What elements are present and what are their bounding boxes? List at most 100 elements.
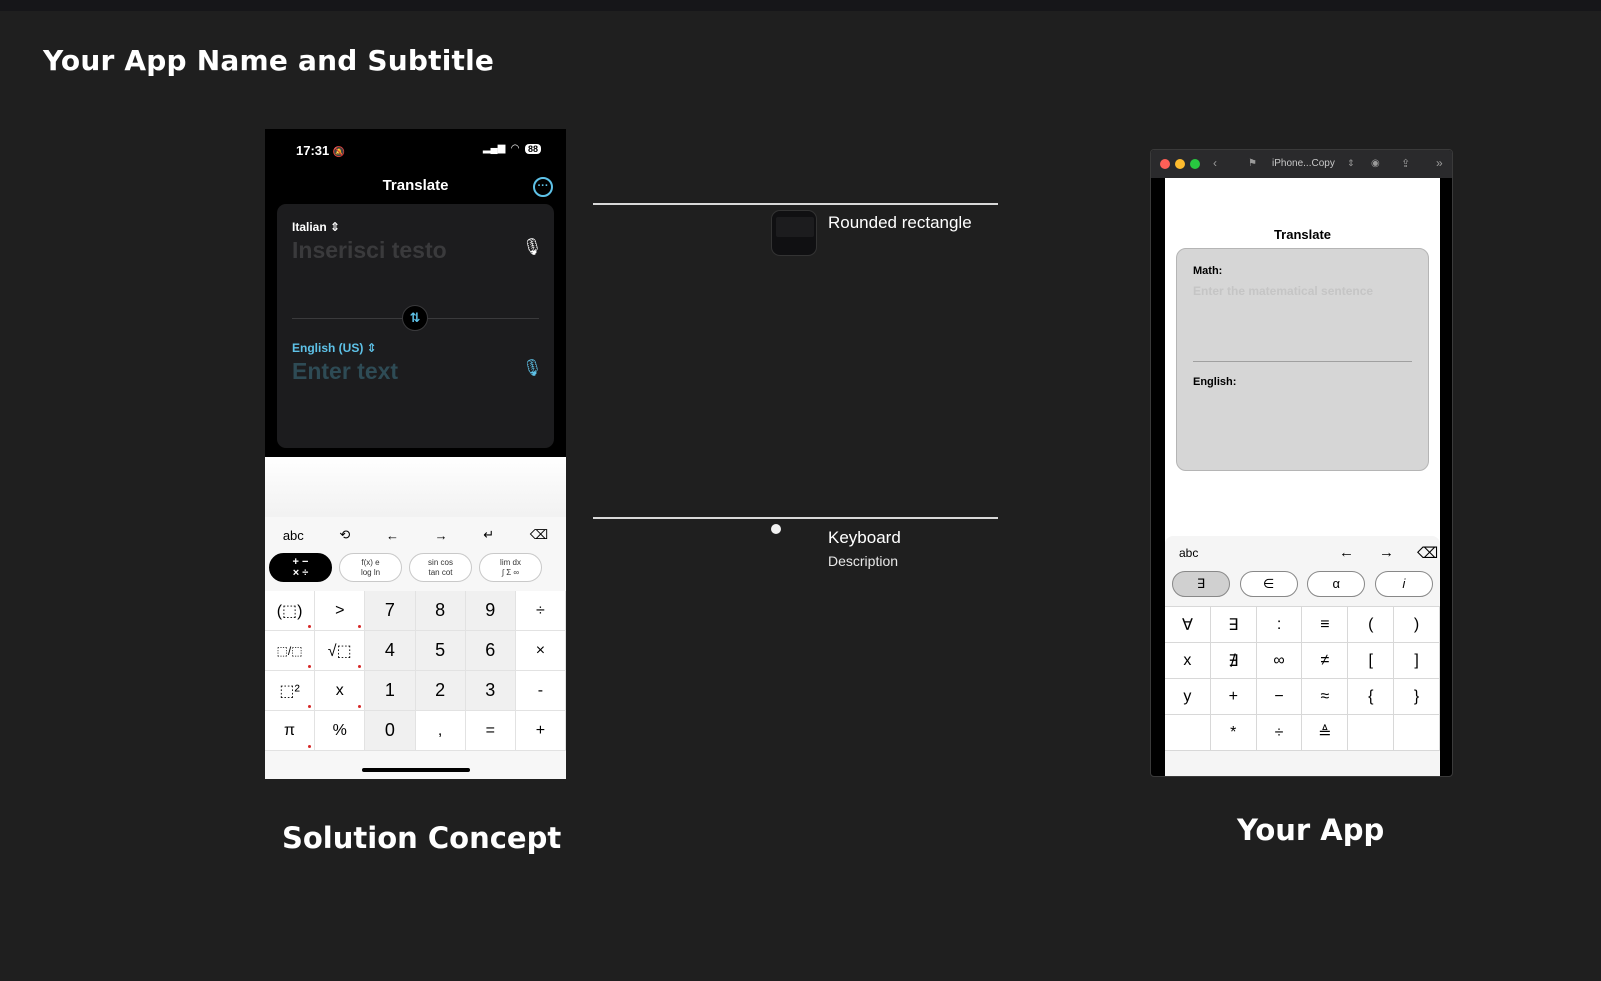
- key-divide[interactable]: ÷: [1256, 715, 1303, 751]
- key-minus[interactable]: −: [1256, 679, 1303, 715]
- window-title[interactable]: iPhone...Copy: [1272, 158, 1335, 169]
- tab-calculus[interactable]: lim dx ∫ Σ ∞: [479, 553, 542, 582]
- key-colon[interactable]: :: [1256, 607, 1303, 643]
- microphone-icon[interactable]: 🎙: [522, 237, 542, 259]
- layer-title[interactable]: Rounded rectangle: [828, 213, 972, 233]
- key-forall[interactable]: ∀: [1165, 607, 1211, 643]
- window-titlebar: ‹ ⚑ iPhone...Copy ⇕ ◉ ⇪ »: [1151, 150, 1452, 178]
- key-exists[interactable]: ∃: [1210, 607, 1257, 643]
- key-plus[interactable]: +: [1210, 679, 1257, 715]
- math-input[interactable]: Enter the matematical sentence: [1193, 284, 1373, 298]
- key-open-brace[interactable]: {: [1348, 679, 1395, 715]
- key-x[interactable]: x: [315, 671, 366, 711]
- key-parentheses[interactable]: (⬚): [265, 591, 316, 631]
- key-close-brace[interactable]: }: [1394, 679, 1440, 715]
- chevron-double-right-icon[interactable]: »: [1436, 156, 1443, 170]
- abc-key[interactable]: abc: [1179, 546, 1198, 560]
- key-multiply[interactable]: ×: [515, 631, 566, 671]
- zoom-button[interactable]: [1190, 159, 1200, 169]
- divider: [1193, 361, 1412, 362]
- key-plus[interactable]: +: [515, 711, 566, 751]
- close-button[interactable]: [1160, 159, 1170, 169]
- chevron-updown-icon[interactable]: ⇕: [1347, 158, 1355, 169]
- key-empty: [1165, 715, 1211, 751]
- tab-sets[interactable]: ∈: [1239, 571, 1298, 597]
- source-language-selector[interactable]: Italian ⇕: [292, 220, 340, 234]
- swap-languages-icon[interactable]: ⇅: [402, 305, 428, 331]
- tab-functions[interactable]: f(x) e log ln: [339, 553, 402, 582]
- key-7[interactable]: 7: [365, 591, 416, 631]
- divider: [593, 517, 998, 519]
- layer-thumbnail[interactable]: [771, 210, 817, 256]
- logic-keyboard: abc ← → ⌫ ∃ ∈ α 𝑖 ∀ ∃ : ≡ ( ) x ∄ ∞ ≠ […: [1165, 536, 1440, 776]
- key-9[interactable]: 9: [465, 591, 516, 631]
- key-percent[interactable]: %: [315, 711, 366, 751]
- key-6[interactable]: 6: [465, 631, 516, 671]
- tab-arithmetic[interactable]: + − × ÷: [269, 553, 332, 582]
- abc-key[interactable]: abc: [283, 528, 304, 543]
- tab-greek[interactable]: α: [1307, 571, 1366, 597]
- math-keyboard: abc ⟲ ← → ↵ ⌫ + − × ÷ f(x) e log ln sin co…: [265, 517, 566, 779]
- arrow-left-icon[interactable]: ←: [386, 528, 399, 543]
- key-2[interactable]: 2: [415, 671, 466, 711]
- key-not-exists[interactable]: ∄: [1210, 643, 1257, 679]
- key-0[interactable]: 0: [365, 711, 416, 751]
- key-fraction[interactable]: ⬚/⬚: [265, 631, 316, 671]
- arrow-right-icon[interactable]: →: [435, 528, 448, 543]
- key-pi[interactable]: π: [265, 711, 316, 751]
- key-approx[interactable]: ≈: [1302, 679, 1349, 715]
- key-comma[interactable]: ,: [415, 711, 466, 751]
- layer-thumbnail[interactable]: [771, 524, 781, 534]
- key-not-equal[interactable]: ≠: [1302, 643, 1349, 679]
- key-4[interactable]: 4: [365, 631, 416, 671]
- delete-icon[interactable]: ⌫: [530, 527, 548, 543]
- arrow-left-icon[interactable]: ←: [1339, 544, 1354, 561]
- flag-icon[interactable]: ⚑: [1248, 158, 1257, 169]
- arrow-right-icon[interactable]: →: [1379, 544, 1394, 561]
- keyboard-toolbar: abc ← → ⌫: [1179, 544, 1438, 562]
- key-defined-as[interactable]: ≜: [1302, 715, 1349, 751]
- record-icon[interactable]: ◉: [1371, 158, 1380, 169]
- key-close-paren[interactable]: ): [1394, 607, 1440, 643]
- key-asterisk[interactable]: *: [1210, 715, 1257, 751]
- key-infinity[interactable]: ∞: [1256, 643, 1303, 679]
- share-icon[interactable]: ⇪: [1401, 157, 1410, 170]
- more-options-icon[interactable]: ···: [533, 177, 553, 197]
- target-language-selector[interactable]: English (US) ⇕: [292, 341, 377, 355]
- layer-title[interactable]: Keyboard: [828, 528, 901, 548]
- key-x[interactable]: x: [1165, 643, 1211, 679]
- key-open-paren[interactable]: (: [1348, 607, 1395, 643]
- key-1[interactable]: 1: [365, 671, 416, 711]
- microphone-icon[interactable]: 🎙: [522, 358, 542, 380]
- translate-card: Math: Enter the matematical sentence Eng…: [1176, 248, 1429, 471]
- key-minus[interactable]: -: [515, 671, 566, 711]
- key-greater[interactable]: >: [315, 591, 366, 631]
- delete-icon[interactable]: ⌫: [1417, 544, 1438, 562]
- key-open-bracket[interactable]: [: [1348, 643, 1395, 679]
- key-divide[interactable]: ÷: [515, 591, 566, 631]
- history-icon[interactable]: ⟲: [339, 527, 350, 543]
- key-y[interactable]: y: [1165, 679, 1211, 715]
- source-text-input[interactable]: Inserisci testo: [292, 237, 447, 264]
- app-screen: Translate Math: Enter the matematical se…: [1165, 178, 1440, 776]
- key-5[interactable]: 5: [415, 631, 466, 671]
- target-text-input[interactable]: Enter text: [292, 358, 398, 385]
- page-title: Your App Name and Subtitle: [43, 44, 495, 77]
- key-sqrt[interactable]: √⬚: [315, 631, 366, 671]
- key-close-bracket[interactable]: ]: [1394, 643, 1440, 679]
- key-equiv[interactable]: ≡: [1302, 607, 1349, 643]
- tab-quantifiers[interactable]: ∃: [1172, 571, 1230, 597]
- return-icon[interactable]: ↵: [483, 527, 494, 543]
- tab-complex[interactable]: 𝑖: [1374, 571, 1433, 597]
- divider: [593, 203, 998, 205]
- tab-trigonometry[interactable]: sin cos tan cot: [409, 553, 472, 582]
- minimize-button[interactable]: [1175, 159, 1185, 169]
- key-3[interactable]: 3: [465, 671, 516, 711]
- caption-solution-concept: Solution Concept: [282, 821, 562, 855]
- key-equals[interactable]: =: [465, 711, 516, 751]
- back-icon[interactable]: ‹: [1213, 156, 1217, 170]
- caption-your-app: Your App: [1237, 813, 1385, 847]
- key-square[interactable]: ⬚²: [265, 671, 316, 711]
- key-8[interactable]: 8: [415, 591, 466, 631]
- math-label: Math:: [1193, 265, 1223, 277]
